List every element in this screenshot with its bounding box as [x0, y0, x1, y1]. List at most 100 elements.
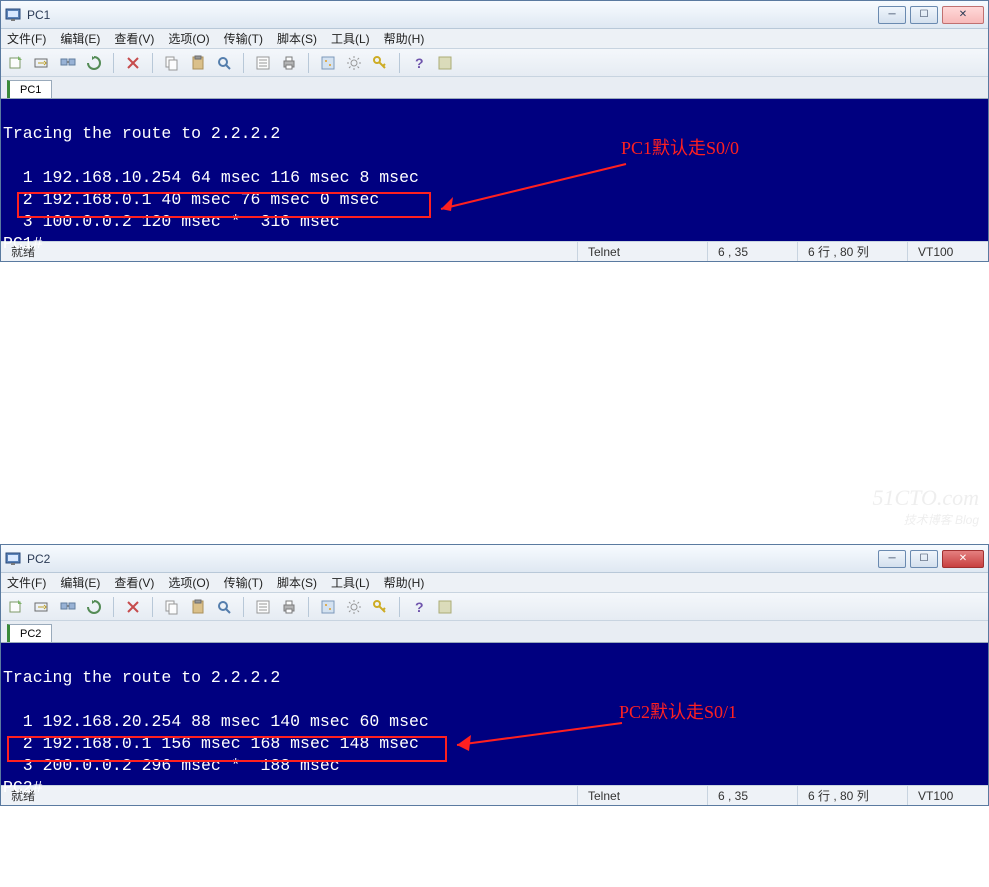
menu-tools[interactable]: 工具(L)	[331, 574, 370, 591]
toolbar: ?	[1, 49, 988, 77]
status-size: 6 行 , 80 列	[798, 242, 908, 261]
find-icon[interactable]	[215, 598, 233, 616]
separator	[308, 53, 309, 73]
tab-label: PC1	[20, 84, 41, 96]
properties-icon[interactable]	[254, 598, 272, 616]
separator	[399, 597, 400, 617]
status-emu: VT100	[908, 786, 988, 805]
copy-icon[interactable]	[163, 54, 181, 72]
help-icon[interactable]: ?	[410, 54, 428, 72]
watermark: 51CTO.com 技术博客 Blog	[872, 485, 979, 528]
menu-view[interactable]: 查看(V)	[114, 30, 154, 47]
help-icon[interactable]: ?	[410, 598, 428, 616]
tab-label: PC2	[20, 628, 41, 640]
key-icon[interactable]	[371, 54, 389, 72]
menu-tools[interactable]: 工具(L)	[331, 30, 370, 47]
separator	[399, 53, 400, 73]
paste-icon[interactable]	[189, 54, 207, 72]
paste-icon[interactable]	[189, 598, 207, 616]
reconnect-icon[interactable]	[85, 54, 103, 72]
menu-view[interactable]: 查看(V)	[114, 574, 154, 591]
window-buttons: ─ ☐ ✕	[878, 550, 984, 568]
titlebar[interactable]: PC1 ─ ☐ ✕	[1, 1, 988, 29]
status-proto: Telnet	[578, 242, 708, 261]
menubar: 文件(F) 编辑(E) 查看(V) 选项(O) 传输(T) 脚本(S) 工具(L…	[1, 29, 988, 49]
about-icon[interactable]	[436, 598, 454, 616]
term-line: 3 100.0.0.2 120 msec * 316 msec	[3, 212, 340, 231]
term-line: Tracing the route to 2.2.2.2	[3, 124, 280, 143]
disconnect-icon[interactable]	[124, 54, 142, 72]
menu-options[interactable]: 选项(O)	[168, 30, 209, 47]
maximize-button[interactable]: ☐	[910, 6, 938, 24]
quick-connect-icon[interactable]	[33, 54, 51, 72]
statusbar: 就绪 Telnet 6 , 35 6 行 , 80 列 VT100	[1, 241, 988, 261]
menu-help[interactable]: 帮助(H)	[384, 574, 425, 591]
options-icon[interactable]	[319, 598, 337, 616]
menubar: 文件(F) 编辑(E) 查看(V) 选项(O) 传输(T) 脚本(S) 工具(L…	[1, 573, 988, 593]
reconnect-icon[interactable]	[85, 598, 103, 616]
copy-icon[interactable]	[163, 598, 181, 616]
svg-text:?: ?	[415, 55, 424, 71]
status-ready: 就绪	[1, 786, 578, 805]
term-line: PC1#	[3, 234, 43, 253]
titlebar[interactable]: PC2 ─ ☐ ✕	[1, 545, 988, 573]
find-icon[interactable]	[215, 54, 233, 72]
about-icon[interactable]	[436, 54, 454, 72]
minimize-button[interactable]: ─	[878, 6, 906, 24]
session-tab[interactable]: PC2	[7, 624, 52, 642]
menu-edit[interactable]: 编辑(E)	[60, 30, 100, 47]
terminal-output[interactable]: Tracing the route to 2.2.2.2 1 192.168.1…	[1, 99, 988, 241]
menu-file[interactable]: 文件(F)	[7, 30, 46, 47]
settings-icon[interactable]	[345, 54, 363, 72]
close-button[interactable]: ✕	[942, 550, 984, 568]
separator	[113, 597, 114, 617]
close-button[interactable]: ✕	[942, 6, 984, 24]
term-line: PC2#	[3, 778, 43, 797]
menu-file[interactable]: 文件(F)	[7, 574, 46, 591]
menu-script[interactable]: 脚本(S)	[277, 30, 317, 47]
separator	[243, 597, 244, 617]
status-cursor: 6 , 35	[708, 786, 798, 805]
term-line: 1 192.168.20.254 88 msec 140 msec 60 mse…	[3, 712, 429, 731]
status-ready: 就绪	[1, 242, 578, 261]
status-emu: VT100	[908, 242, 988, 261]
disconnect-icon[interactable]	[124, 598, 142, 616]
maximize-button[interactable]: ☐	[910, 550, 938, 568]
window-buttons: ─ ☐ ✕	[878, 6, 984, 24]
arrow-icon	[447, 713, 627, 753]
menu-script[interactable]: 脚本(S)	[277, 574, 317, 591]
properties-icon[interactable]	[254, 54, 272, 72]
menu-transfer[interactable]: 传输(T)	[224, 574, 263, 591]
options-icon[interactable]	[319, 54, 337, 72]
separator	[152, 597, 153, 617]
watermark-line2: 技术博客 Blog	[872, 511, 979, 528]
terminal-output[interactable]: Tracing the route to 2.2.2.2 1 192.168.2…	[1, 643, 988, 785]
settings-icon[interactable]	[345, 598, 363, 616]
window-title: PC2	[27, 552, 878, 566]
window-title: PC1	[27, 8, 878, 22]
session-tab[interactable]: PC1	[7, 80, 52, 98]
menu-edit[interactable]: 编辑(E)	[60, 574, 100, 591]
separator	[152, 53, 153, 73]
menu-options[interactable]: 选项(O)	[168, 574, 209, 591]
key-icon[interactable]	[371, 598, 389, 616]
separator	[308, 597, 309, 617]
print-icon[interactable]	[280, 598, 298, 616]
term-line: Tracing the route to 2.2.2.2	[3, 668, 280, 687]
svg-text:?: ?	[415, 599, 424, 615]
print-icon[interactable]	[280, 54, 298, 72]
term-line: 2 192.168.0.1 156 msec 168 msec 148 msec	[3, 734, 419, 753]
watermark-line1: 51CTO.com	[872, 485, 979, 511]
toolbar: ?	[1, 593, 988, 621]
menu-transfer[interactable]: 传输(T)	[224, 30, 263, 47]
minimize-button[interactable]: ─	[878, 550, 906, 568]
connect-icon[interactable]	[59, 598, 77, 616]
quick-connect-icon[interactable]	[33, 598, 51, 616]
new-session-icon[interactable]	[7, 598, 25, 616]
connect-icon[interactable]	[59, 54, 77, 72]
arrow-icon	[431, 159, 631, 219]
new-session-icon[interactable]	[7, 54, 25, 72]
statusbar: 就绪 Telnet 6 , 35 6 行 , 80 列 VT100	[1, 785, 988, 805]
annotation-text: PC2默认走S0/1	[619, 701, 737, 723]
menu-help[interactable]: 帮助(H)	[384, 30, 425, 47]
